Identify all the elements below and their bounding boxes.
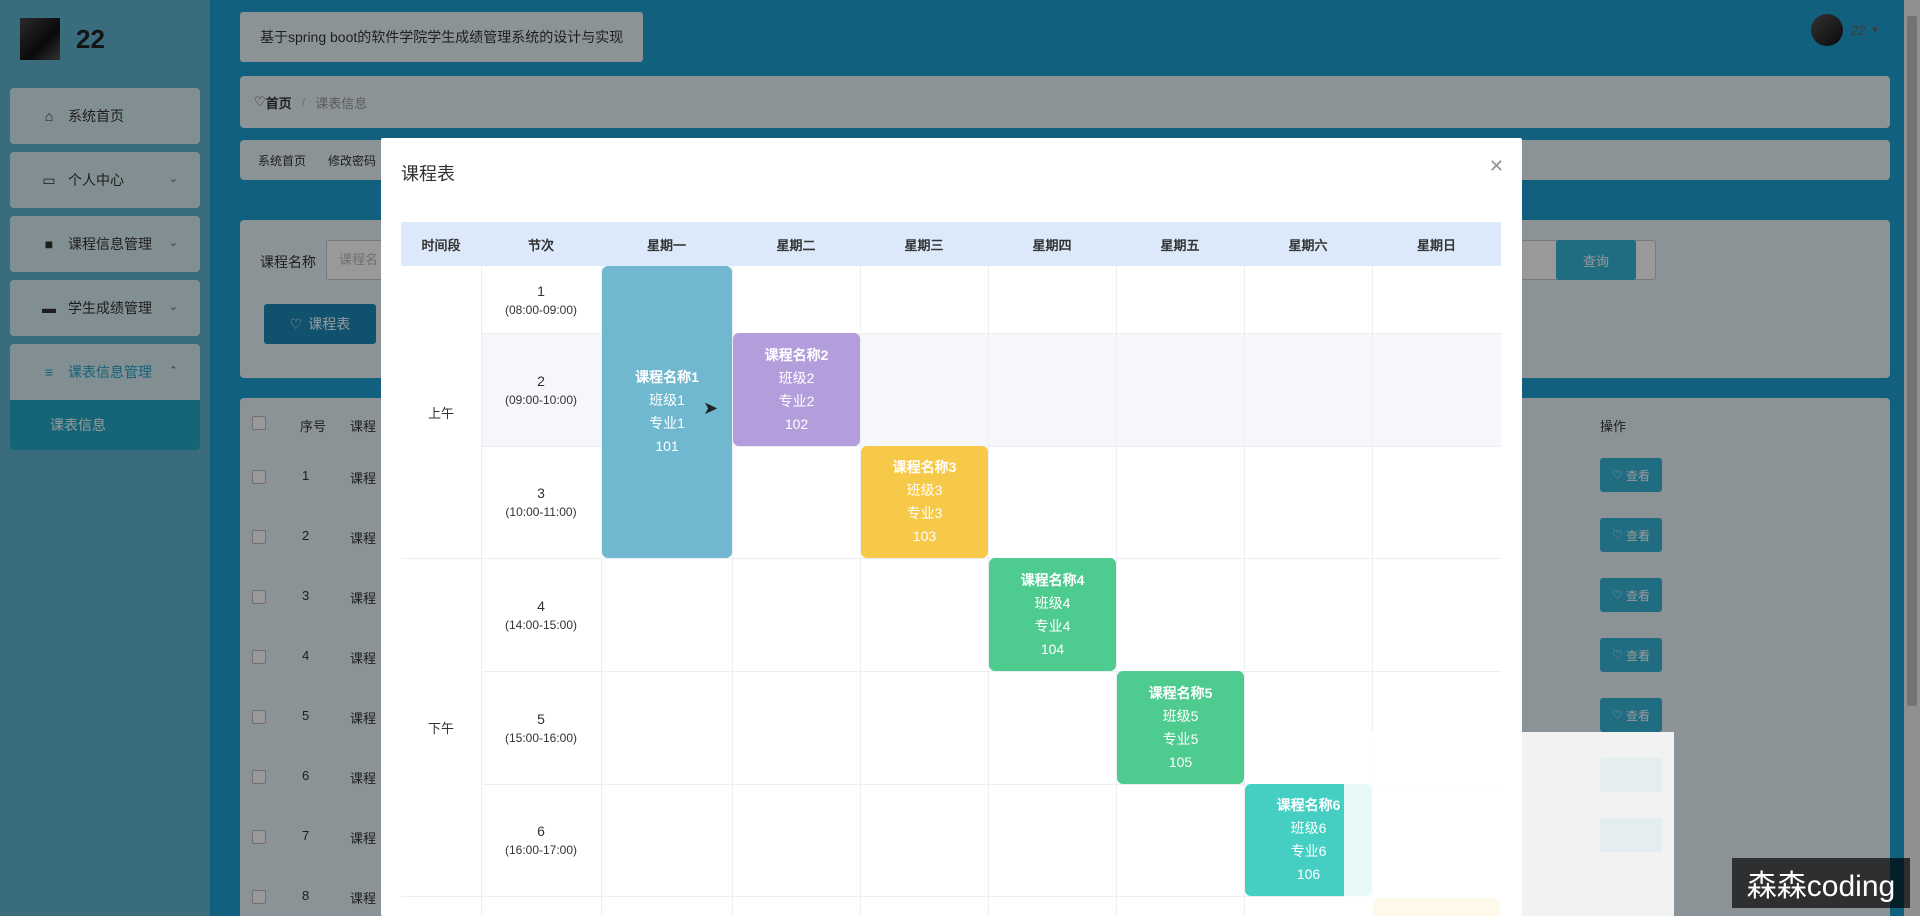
course-room: 103 xyxy=(912,528,937,544)
slot-5: 5 (15:00-16:00) xyxy=(481,671,601,784)
course-name: 课程名称6 xyxy=(1276,797,1341,813)
slot-2: 2 (09:00-10:00) xyxy=(481,333,601,446)
course-major: 专业5 xyxy=(1162,730,1199,747)
grid-line xyxy=(860,266,861,916)
course-room: 101 xyxy=(655,438,679,454)
blurred-region xyxy=(1344,732,1674,916)
course-name: 课程名称4 xyxy=(1020,571,1085,588)
slot-3: 3 (10:00-11:00) xyxy=(481,446,601,558)
slot-time: (09:00-10:00) xyxy=(504,392,578,407)
slot-time: (15:00-16:00) xyxy=(504,730,578,745)
header-monday: 星期一 xyxy=(646,237,686,253)
watermark: 森森coding xyxy=(1732,858,1910,908)
header-thursday: 星期四 xyxy=(1032,237,1072,253)
course-class: 班级3 xyxy=(906,482,943,498)
slot-4: 4 (14:00-15:00) xyxy=(481,558,601,671)
header-saturday: 星期六 xyxy=(1288,237,1328,253)
course-block-4[interactable]: 课程名称4 班级4 专业4 104 xyxy=(989,558,1116,671)
course-name: 课程名称1 xyxy=(635,369,699,385)
course-class: 班级5 xyxy=(1162,707,1199,724)
course-major: 专业3 xyxy=(906,505,943,521)
course-room: 102 xyxy=(784,415,809,432)
course-class: 班级2 xyxy=(778,369,815,386)
close-icon[interactable]: ✕ xyxy=(1489,156,1504,177)
header-wednesday: 星期三 xyxy=(904,237,944,253)
course-major: 专业1 xyxy=(649,415,685,431)
dialog-title: 课程表 xyxy=(401,164,455,184)
grid-line xyxy=(401,896,1501,897)
slot-6: 6 (16:00-17:00) xyxy=(481,784,601,896)
course-room: 105 xyxy=(1168,753,1193,770)
slot-number: 4 xyxy=(537,597,545,614)
course-class: 班级1 xyxy=(649,392,685,408)
slot-number: 6 xyxy=(537,823,545,839)
course-major: 专业6 xyxy=(1290,843,1327,859)
course-name: 课程名称3 xyxy=(892,459,957,475)
header-period: 时间段 xyxy=(421,237,461,253)
course-major: 专业2 xyxy=(778,392,815,409)
slot-time: (10:00-11:00) xyxy=(505,505,577,519)
grid-line xyxy=(1116,266,1117,916)
slot-time: (14:00-15:00) xyxy=(504,617,578,632)
slot-number: 5 xyxy=(537,710,545,727)
period-morning: 上午 xyxy=(427,405,454,421)
timetable-header: 时间段 节次 星期一 星期二 星期三 星期四 星期五 星期六 星期日 xyxy=(401,222,1501,266)
course-room: 104 xyxy=(1040,640,1065,657)
course-name: 课程名称2 xyxy=(764,346,829,363)
mouse-cursor-icon: ➤ xyxy=(703,398,719,418)
course-block-5[interactable]: 课程名称5 班级5 专业5 105 xyxy=(1117,671,1244,784)
slot-time: (08:00-09:00) xyxy=(504,302,578,317)
period-afternoon: 下午 xyxy=(427,720,454,736)
header-sunday: 星期日 xyxy=(1416,237,1456,253)
header-tuesday: 星期二 xyxy=(776,237,816,253)
course-class: 班级4 xyxy=(1034,594,1071,611)
slot-time: (16:00-17:00) xyxy=(504,843,578,857)
course-class: 班级6 xyxy=(1290,820,1327,836)
slot-1: 1 (08:00-09:00) xyxy=(481,266,601,333)
timetable-body: 上午 下午 1 (08:00-09:00) 2 (09:00-10:00) 3 … xyxy=(401,266,1501,916)
slot-number: 2 xyxy=(537,372,545,389)
slot-number: 1 xyxy=(537,282,545,299)
course-block-3[interactable]: 课程名称3 班级3 专业3 103 xyxy=(861,446,988,558)
course-block-2[interactable]: 课程名称2 班级2 专业2 102 xyxy=(733,333,860,446)
slot-number: 3 xyxy=(537,485,545,501)
course-major: 专业4 xyxy=(1034,617,1071,634)
grid-line xyxy=(481,671,1501,672)
header-slot: 节次 xyxy=(527,237,554,253)
header-friday: 星期五 xyxy=(1160,237,1200,253)
course-name: 课程名称5 xyxy=(1148,684,1213,701)
course-room: 106 xyxy=(1296,866,1321,882)
